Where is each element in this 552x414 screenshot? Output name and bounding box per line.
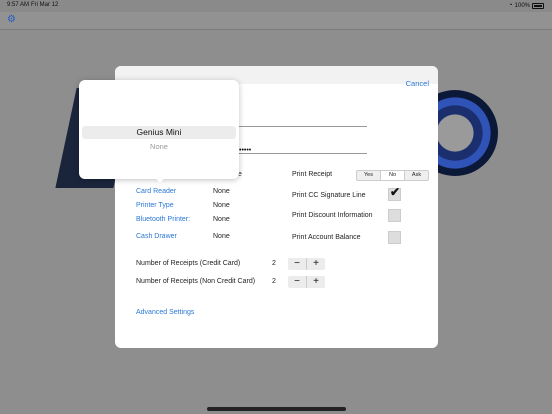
status-time: 9:57 AM [7,2,30,8]
cancel-button[interactable]: Cancel [406,79,429,88]
gear-icon[interactable]: ⚙ [7,14,16,25]
printer-type-link[interactable]: Printer Type [136,202,174,209]
popover-arrow [155,178,165,184]
top-navigation-bar: ⚙ [0,12,552,30]
printer-type-value: None [213,202,230,209]
wifi-icon: ◔ [508,2,513,9]
bluetooth-printer-link[interactable]: Bluetooth Printer: [136,216,190,223]
card-reader-link[interactable]: Card Reader [136,188,176,195]
battery-percent: 100% [514,2,530,9]
segment-no[interactable]: No [380,171,405,180]
advanced-settings-link[interactable]: Advanced Settings [136,309,194,316]
password-field-underline[interactable] [239,153,367,154]
cc-signature-checkbox[interactable]: ✔ [388,185,401,201]
print-receipt-label: Print Receipt [292,171,333,178]
cash-drawer-link[interactable]: Cash Drawer [136,233,177,240]
minus-icon[interactable]: − [288,258,307,270]
receipts-cc-value: 2 [272,260,276,267]
home-indicator[interactable] [207,407,346,411]
receipts-cc-stepper[interactable]: − + [288,258,325,270]
receipts-cc-label: Number of Receipts (Credit Card) [136,260,241,267]
cc-signature-label: Print CC Signature Line [292,192,366,199]
receipts-noncc-label: Number of Receipts (Non Credit Card) [136,278,256,285]
account-balance-checkbox[interactable] [388,231,401,244]
plus-icon[interactable]: + [307,258,325,270]
cash-drawer-value: None [213,233,230,240]
plus-icon[interactable]: + [307,276,325,288]
text-field-underline[interactable] [239,126,367,127]
card-reader-picker-popover: Genius Mini None [79,80,239,179]
picker-option-selected[interactable]: Genius Mini [82,126,236,139]
discount-info-checkbox[interactable] [388,209,401,222]
print-receipt-segmented-control[interactable]: Yes No Ask [356,170,429,181]
status-bar: 9:57 AM Fri Mar 12 ◔ 100% [0,0,552,12]
minus-icon[interactable]: − [288,276,307,288]
segment-yes[interactable]: Yes [357,171,380,180]
receipts-noncc-stepper[interactable]: − + [288,276,325,288]
picker-option[interactable]: None [82,140,236,153]
bluetooth-printer-value: None [213,216,230,223]
status-right: ◔ 100% [508,2,544,9]
receipts-noncc-value: 2 [272,278,276,285]
card-reader-value: None [213,188,230,195]
battery-icon [532,2,544,9]
discount-info-label: Print Discount Information [292,212,373,219]
segment-ask[interactable]: Ask [405,171,428,180]
account-balance-label: Print Account Balance [292,234,361,241]
checkmark-icon: ✔ [390,185,401,199]
status-date: Fri Mar 12 [31,2,59,8]
